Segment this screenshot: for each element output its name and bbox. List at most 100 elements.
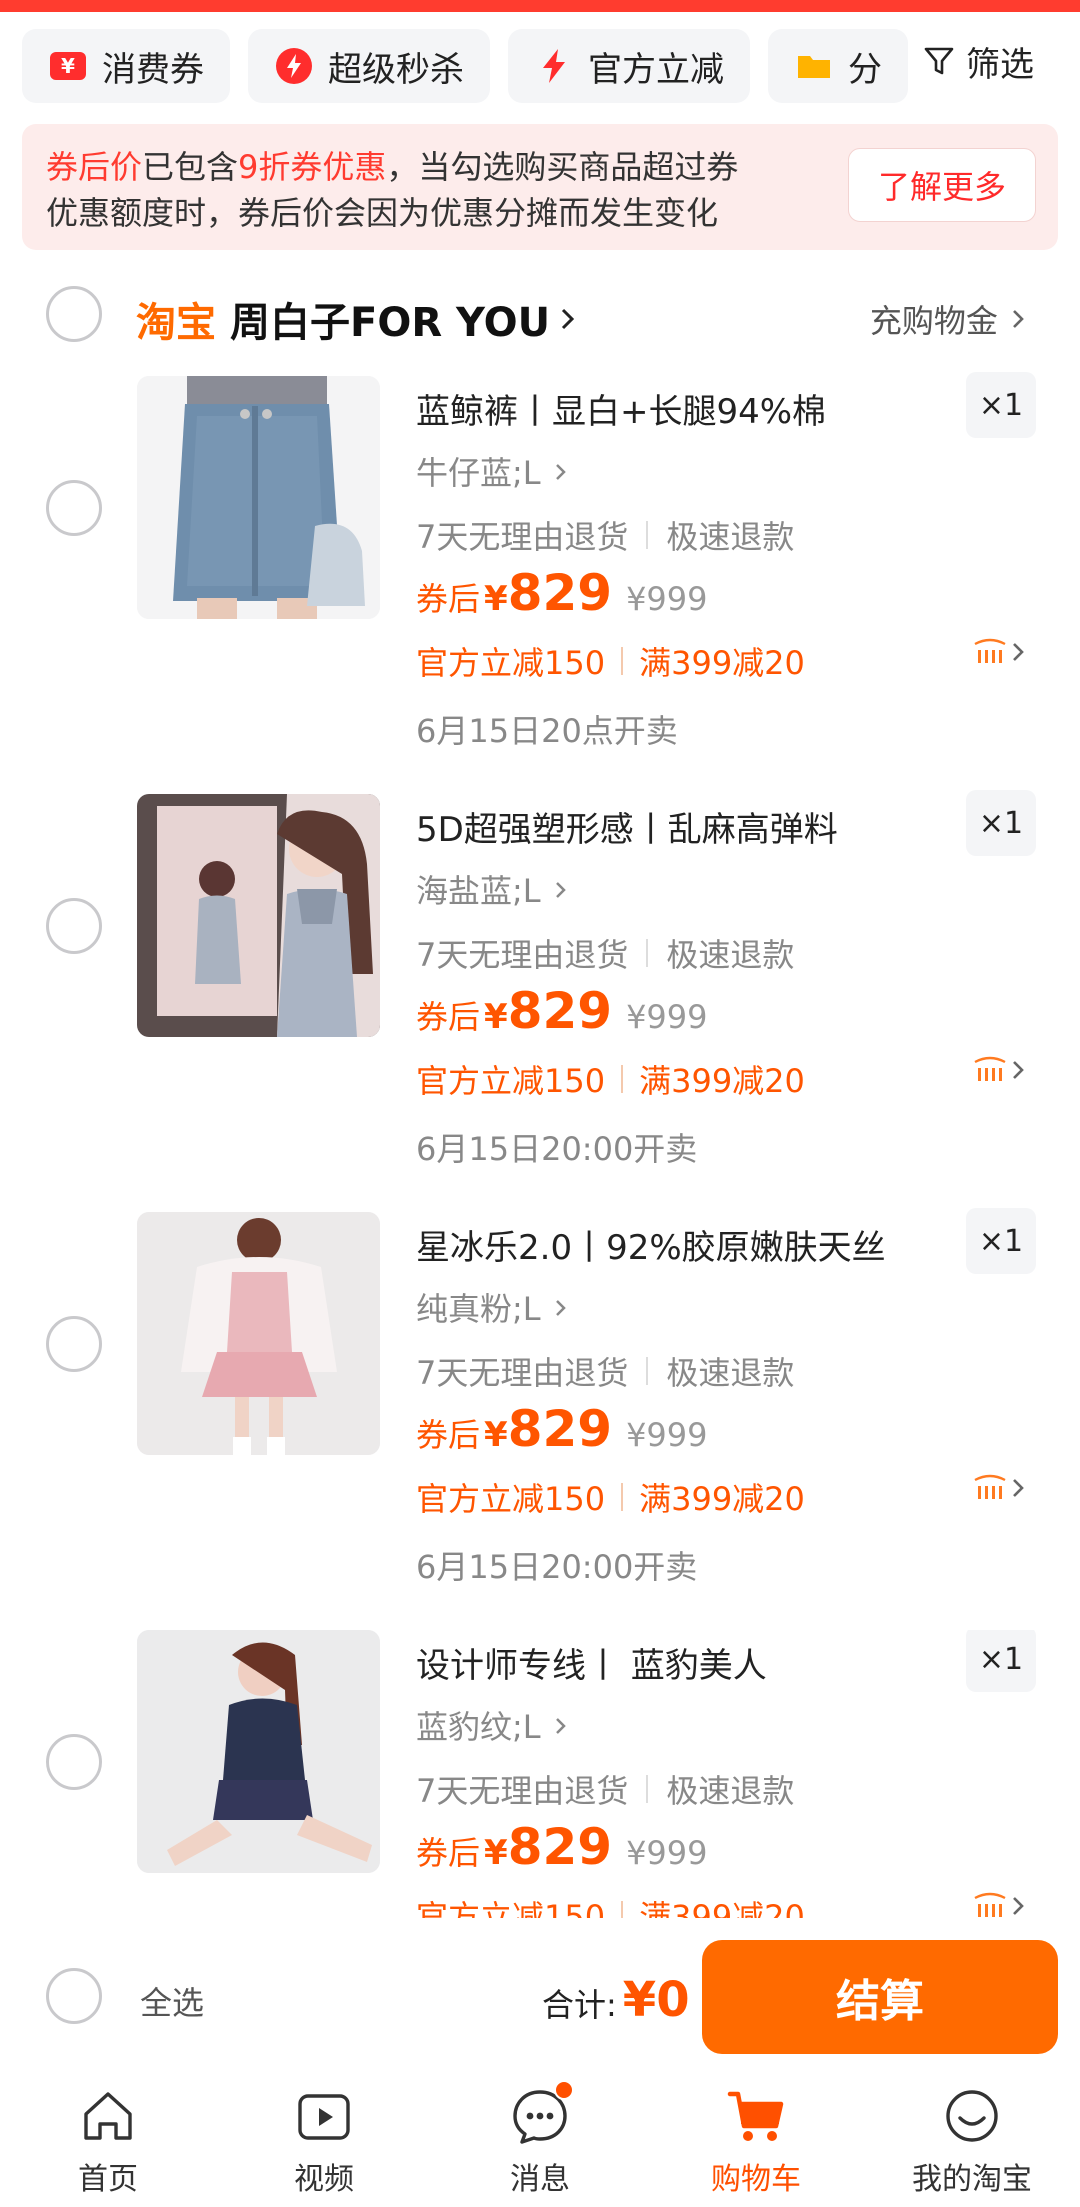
chevron-right-icon <box>1013 643 1024 661</box>
item-select-radio[interactable] <box>46 1734 102 1790</box>
price-label: 券后 <box>416 580 481 618</box>
currency-symbol: ¥ <box>484 1833 508 1873</box>
sku-selector[interactable]: 牛仔蓝;L <box>416 448 571 494</box>
recharge-label: 充购物金 <box>869 302 998 340</box>
sku-label: 蓝豹纹;L <box>416 1708 541 1746</box>
tab-home[interactable]: 首页 <box>0 2070 216 2207</box>
sku-label: 海盐蓝;L <box>416 872 541 910</box>
tab-video[interactable]: 视频 <box>216 2070 432 2207</box>
notice-text: 券后价已包含9折券优惠，当勾选购买商品超过券 优惠额度时，券后价会因为优惠分摊而发… <box>46 144 846 236</box>
product-title[interactable]: 5D超强塑形感丨乱麻高弹料 <box>416 802 838 851</box>
checkout-button[interactable]: 结算 <box>702 1940 1058 2054</box>
store-name: 周白子FOR YOU <box>230 300 551 346</box>
original-price: ¥999 <box>626 1834 708 1872</box>
learn-more-button[interactable]: 了解更多 <box>848 148 1036 222</box>
video-icon <box>298 2094 350 2140</box>
price-label: 券后 <box>416 1834 481 1872</box>
notice-text-part: 已包含 <box>142 148 239 186</box>
tab-messages[interactable]: 消息 <box>432 2070 648 2207</box>
promo-detail-button[interactable] <box>972 638 1028 666</box>
cart-item: 设计师专线丨 蓝豹美人 ×1 蓝豹纹;L 7天无理由退货 极速退款 券后 ¥ 82… <box>0 1630 1080 1918</box>
chevron-right-icon <box>1013 1479 1024 1497</box>
chip-official-discount[interactable]: 官方立减 <box>508 29 750 103</box>
store-name-link[interactable]: 淘宝 周白子FOR YOU <box>136 290 580 348</box>
product-title[interactable]: 蓝鲸裤丨显白+长腿94%棉 <box>416 384 826 433</box>
cart-item: 蓝鲸裤丨显白+长腿94%棉 ×1 牛仔蓝;L 7天无理由退货 极速退款 券后 ¥ … <box>0 372 1080 776</box>
tab-label: 我的淘宝 <box>912 2162 1032 2197</box>
chip-flash-sale[interactable]: 超级秒杀 <box>248 29 490 103</box>
price-row: 券后 ¥ 829 ¥999 <box>416 982 708 1040</box>
product-title[interactable]: 星冰乐2.0丨92%胶原嫩肤天丝 <box>416 1220 886 1269</box>
item-select-radio[interactable] <box>46 898 102 954</box>
notice-text-part: ，当勾选购买商品超过券 <box>386 148 739 186</box>
coupon-notice: 券后价已包含9折券优惠，当勾选购买商品超过券 优惠额度时，券后价会因为优惠分摊而发… <box>22 124 1058 250</box>
filter-button[interactable]: 筛选 <box>920 24 1080 98</box>
tab-profile[interactable]: 我的淘宝 <box>864 2070 1080 2207</box>
original-price: ¥999 <box>626 998 708 1036</box>
promo-tag: 满399减20 <box>639 1480 805 1518</box>
sku-label: 纯真粉;L <box>416 1290 541 1328</box>
price-trend-icon <box>974 638 1006 663</box>
unread-dot <box>554 2080 574 2100</box>
promo-detail-button[interactable] <box>972 1474 1028 1502</box>
quantity-badge[interactable]: ×1 <box>966 1630 1036 1692</box>
promo-tag: 官方立减150 <box>416 1898 606 1918</box>
chip-label: 分 <box>848 49 882 90</box>
service-tag: 7天无理由退货 <box>416 518 629 556</box>
quantity-badge[interactable]: ×1 <box>966 372 1036 438</box>
home-icon <box>84 2092 132 2140</box>
store-select-radio[interactable] <box>46 286 102 342</box>
product-title[interactable]: 设计师专线丨 蓝豹美人 <box>416 1638 767 1687</box>
chip-coupon[interactable]: ¥ 消费券 <box>22 29 230 103</box>
item-select-radio[interactable] <box>46 1316 102 1372</box>
recharge-link[interactable]: 充购物金 <box>870 296 1028 342</box>
tab-cart[interactable]: 购物车 <box>648 2070 864 2207</box>
product-image[interactable] <box>137 794 380 1037</box>
chip-category[interactable]: 分 <box>768 29 908 103</box>
service-tags: 7天无理由退货 极速退款 <box>416 930 794 976</box>
promo-tag: 官方立减150 <box>416 644 606 682</box>
sku-selector[interactable]: 海盐蓝;L <box>416 866 571 912</box>
currency-symbol: ¥ <box>484 997 508 1037</box>
price-trend-icon <box>974 1056 1006 1081</box>
bottom-tab-bar: 首页 视频 消息 购物车 我的淘宝 <box>0 2070 1080 2207</box>
sku-selector[interactable]: 蓝豹纹;L <box>416 1702 571 1748</box>
coupon-price: 829 <box>507 1818 613 1876</box>
product-image[interactable] <box>137 1212 380 1455</box>
cart-item: 星冰乐2.0丨92%胶原嫩肤天丝 ×1 纯真粉;L 7天无理由退货 极速退款 券后… <box>0 1208 1080 1612</box>
currency-symbol: ¥ <box>484 579 508 619</box>
promo-tags: 官方立减150 满399减20 <box>416 1892 805 1918</box>
promo-tag: 官方立减150 <box>416 1480 606 1518</box>
item-select-radio[interactable] <box>46 480 102 536</box>
select-all-label[interactable]: 全选 <box>140 1978 204 2024</box>
item-clip: 设计师专线丨 蓝豹美人 ×1 蓝豹纹;L 7天无理由退货 极速退款 券后 ¥ 82… <box>0 1630 1080 1918</box>
service-tag: 7天无理由退货 <box>416 936 629 974</box>
product-image[interactable] <box>137 1630 380 1873</box>
quantity-badge[interactable]: ×1 <box>966 790 1036 856</box>
chevron-right-icon <box>1013 1897 1024 1915</box>
price-label: 券后 <box>416 1416 481 1454</box>
select-all-radio[interactable] <box>46 1968 102 2024</box>
platform-label: 淘宝 <box>136 300 216 346</box>
price-row: 券后 ¥ 829 ¥999 <box>416 564 708 622</box>
promo-detail-button[interactable] <box>972 1892 1028 1918</box>
chip-label: 官方立减 <box>588 49 724 90</box>
chevron-right-icon <box>555 1718 566 1734</box>
tab-label: 消息 <box>510 2162 570 2197</box>
sku-selector[interactable]: 纯真粉;L <box>416 1284 571 1330</box>
tab-label: 购物车 <box>711 2162 801 2197</box>
promo-tags: 官方立减150 满399减20 <box>416 1474 805 1520</box>
price-row: 券后 ¥ 829 ¥999 <box>416 1818 708 1876</box>
chevron-right-icon <box>555 1300 566 1316</box>
chevron-right-icon <box>555 882 566 898</box>
quantity-badge[interactable]: ×1 <box>966 1208 1036 1274</box>
promo-tag: 满399减20 <box>639 1898 805 1918</box>
product-image[interactable] <box>137 376 380 619</box>
service-tag: 7天无理由退货 <box>416 1772 629 1810</box>
service-tag: 极速退款 <box>666 936 795 974</box>
promo-detail-button[interactable] <box>972 1056 1028 1084</box>
sale-time: 6月15日20点开卖 <box>416 712 678 750</box>
original-price: ¥999 <box>626 580 708 618</box>
tab-label: 视频 <box>294 2162 354 2197</box>
promo-tags: 官方立减150 满399减20 <box>416 638 805 684</box>
